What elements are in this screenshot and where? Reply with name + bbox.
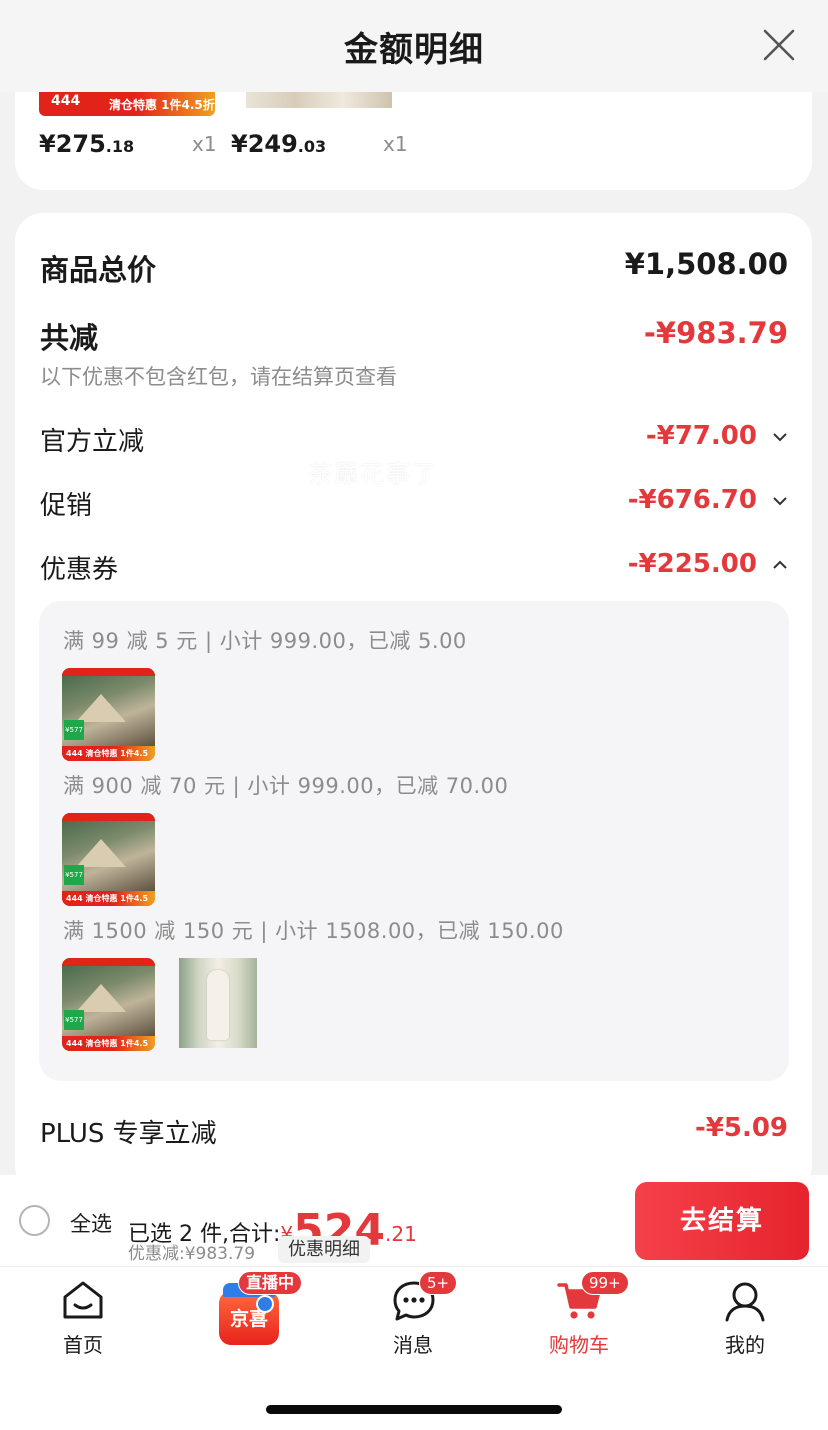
- live-badge: 直播中: [238, 1271, 303, 1295]
- tile-price: ¥577: [64, 720, 84, 740]
- home-indicator: [266, 1405, 562, 1414]
- product-price: ¥275.18: [39, 130, 134, 158]
- tile-number: 444: [66, 1039, 83, 1048]
- discount-detail-button[interactable]: 优惠明细: [278, 1236, 370, 1263]
- coupon-rule: 满 1500 减 150 元 | 小计 1508.00，已减 150.00: [63, 919, 564, 943]
- plus-reduction-value: -¥5.09: [694, 1113, 788, 1143]
- page-title: 金额明细: [344, 30, 484, 70]
- promotion-row[interactable]: -¥676.70: [628, 485, 788, 515]
- product-price: ¥249.03: [231, 130, 326, 158]
- tile-sale-banner: 444 清仓特惠 1件4.5折: [62, 891, 155, 906]
- discount-amount: 优惠减:¥983.79: [128, 1244, 256, 1264]
- coupon-value: -¥225.00: [627, 549, 757, 579]
- product-thumbnail-dress[interactable]: [246, 90, 392, 108]
- product-thumbnail-tent[interactable]: 444 清仓特惠 1件4.5折: [39, 90, 215, 116]
- product-price-int: ¥249: [231, 130, 298, 158]
- tab-me-label: 我的: [725, 1333, 765, 1357]
- amount-detail-page: 444 清仓特惠 1件4.5折 ¥275.18 x1 ¥249.03 x1 金额…: [0, 0, 828, 1430]
- cart-badge: 99+: [581, 1271, 629, 1295]
- verified-check-icon: [256, 1295, 274, 1313]
- sheet-header: 金额明细: [0, 0, 828, 92]
- product-thumbnail-dress[interactable]: [179, 958, 257, 1048]
- official-reduction-label: 官方立减: [40, 427, 145, 457]
- chevron-up-icon: [773, 560, 787, 569]
- total-reduction-label: 共减: [40, 321, 99, 355]
- plus-reduction-label: PLUS 专享立减: [40, 1119, 217, 1149]
- tab-me[interactable]: 我的: [685, 1267, 805, 1367]
- user-watermark: 茶蘼花事了: [308, 460, 438, 488]
- select-all-label[interactable]: 全选: [70, 1208, 112, 1238]
- tile-number: 444: [66, 749, 83, 758]
- message-badge: 5+: [419, 1271, 458, 1295]
- tab-jingxi[interactable]: 京喜 直播中: [190, 1267, 310, 1367]
- coupon-breakdown: 满 99 减 5 元 | 小计 999.00，已减 5.00 ¥577 444 …: [39, 601, 789, 1081]
- product-thumbnail-tent[interactable]: ¥577 444 清仓特惠 1件4.5折: [62, 813, 155, 906]
- tile-price: ¥577: [64, 865, 84, 885]
- product-price-int: ¥275: [39, 130, 106, 158]
- bottom-tab-bar: 首页 京喜 直播中 5+ 消息 99+ 购物车 我的: [0, 1267, 828, 1430]
- chevron-down-icon: [773, 432, 787, 441]
- product-price-dec: .03: [297, 137, 327, 156]
- official-reduction-value: -¥77.00: [645, 421, 757, 451]
- product-thumbnail-tent[interactable]: ¥577 444 清仓特惠 1件4.5折: [62, 958, 155, 1051]
- promotion-label: 促销: [40, 491, 93, 521]
- close-icon[interactable]: [762, 28, 796, 62]
- tile-sale-banner: 444 清仓特惠 1件4.5折: [62, 746, 155, 761]
- tab-cart-label: 购物车: [549, 1333, 609, 1357]
- product-quantity: x1: [383, 132, 408, 156]
- coupon-label: 优惠券: [40, 555, 119, 585]
- product-thumbnail-tent[interactable]: ¥577 444 清仓特惠 1件4.5折: [62, 668, 155, 761]
- tile-price: ¥577: [64, 1010, 84, 1030]
- discount-note: 以下优惠不包含红包，请在结算页查看: [40, 365, 397, 389]
- price-summary-card: 商品总价 ¥1,508.00 共减 -¥983.79 以下优惠不包含红包，请在结…: [15, 213, 812, 1193]
- product-badge-text: 清仓特惠 1件4.5折: [109, 98, 215, 112]
- user-icon: [725, 1282, 765, 1322]
- tile-number: 444: [66, 894, 83, 903]
- product-badge-number: 444: [51, 93, 81, 109]
- promotion-value: -¥676.70: [627, 485, 757, 515]
- official-reduction-row[interactable]: -¥77.00: [646, 421, 788, 451]
- select-all-checkbox[interactable]: [19, 1205, 50, 1236]
- total-amount-dec: .21: [384, 1222, 417, 1246]
- tab-messages-label: 消息: [393, 1333, 433, 1357]
- checkout-button[interactable]: 去结算: [635, 1182, 809, 1260]
- tab-cart[interactable]: 99+ 购物车: [519, 1267, 639, 1367]
- tab-home-label: 首页: [63, 1333, 103, 1357]
- total-price-label: 商品总价: [40, 253, 157, 287]
- tile-sale-banner: 444 清仓特惠 1件4.5折: [62, 1036, 155, 1051]
- total-price-value: ¥1,508.00: [624, 247, 788, 281]
- product-price-dec: .18: [105, 137, 135, 156]
- tab-messages[interactable]: 5+ 消息: [353, 1267, 473, 1367]
- home-icon: [63, 1281, 103, 1319]
- coupon-row[interactable]: -¥225.00: [628, 549, 788, 579]
- coupon-rule: 满 99 减 5 元 | 小计 999.00，已减 5.00: [63, 629, 467, 653]
- tab-home[interactable]: 首页: [23, 1267, 143, 1367]
- coupon-rule: 满 900 减 70 元 | 小计 999.00，已减 70.00: [63, 774, 509, 798]
- checkout-bar: 全选 已选 2 件,合计:¥524.21 优惠减:¥983.79 优惠明细 去结…: [0, 1175, 828, 1267]
- product-quantity: x1: [192, 132, 217, 156]
- chevron-down-icon: [773, 496, 787, 505]
- total-reduction-value: -¥983.79: [643, 316, 788, 350]
